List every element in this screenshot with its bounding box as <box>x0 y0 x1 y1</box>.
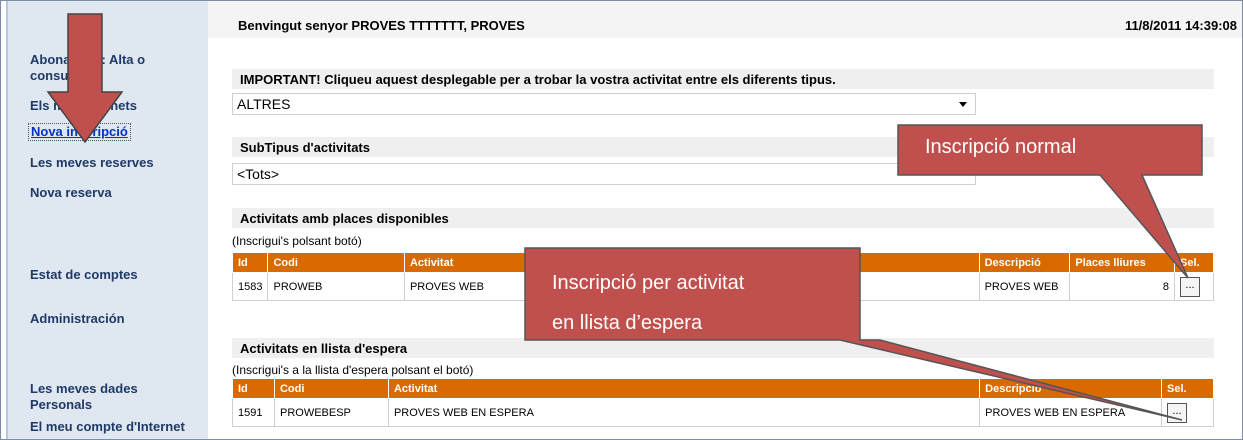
sidebar-item-nova-inscripcio[interactable]: Nova inscripció <box>28 123 131 141</box>
table-row: 1591 PROWEBESP PROVES WEB EN ESPERA PROV… <box>232 398 1214 427</box>
cell-sel: ... <box>1174 272 1214 301</box>
col-id: Id <box>232 378 275 399</box>
sidebar-item-compte-internet[interactable]: El meu compte d'Internet <box>30 419 200 435</box>
select-waiting-button[interactable]: ... <box>1167 402 1187 423</box>
col-sel: Sel. <box>1161 378 1214 399</box>
chevron-down-icon <box>959 102 967 107</box>
callout-normal-text: Inscripció normal <box>925 136 1077 158</box>
cell-places: 8 <box>1069 272 1176 301</box>
sidebar-item-estat-comptes[interactable]: Estat de comptes <box>30 267 200 283</box>
col-codi: Codi <box>273 378 389 399</box>
cell-activitat: PROVES WEB EN ESPERA <box>387 398 981 427</box>
col-descripcio: Descripció <box>979 378 1162 399</box>
important-heading: IMPORTANT! Cliqueu aquest desplegable pe… <box>232 69 1214 89</box>
callout-waiting-text-2: en llista d’espera <box>552 312 703 334</box>
select-activity-button[interactable]: ... <box>1180 276 1201 297</box>
sidebar-item-nova-reserva[interactable]: Nova reserva <box>30 185 200 201</box>
sidebar-item-reserves[interactable]: Les meves reserves <box>30 155 200 171</box>
datetime-text: 11/8/2011 14:39:08 <box>1124 18 1237 33</box>
subtipus-value: <Tots> <box>237 166 280 182</box>
col-places: Places lliures <box>1069 252 1176 273</box>
col-activitat: Activitat <box>387 378 981 399</box>
cell-id: 1583 <box>231 272 269 301</box>
col-sel: Sel. <box>1174 252 1214 273</box>
table-header-row: Id Codi Activitat Descripció Places lliu… <box>231 252 1214 273</box>
cell-codi: PROWEBESP <box>273 398 389 427</box>
col-activitat: Activitat <box>403 252 980 273</box>
sidebar-item-carnets[interactable]: Els meus carnets <box>30 98 200 114</box>
welcome-text: Benvingut senyor PROVES TTTTTTT, PROVES <box>238 18 525 33</box>
cell-sel: ... <box>1161 398 1214 427</box>
activity-type-value: ALTRES <box>237 96 291 112</box>
waiting-hint: (Inscrigui's a la llista d'espera polsan… <box>232 363 474 377</box>
col-codi: Codi <box>267 252 405 273</box>
cell-codi: PROWEB <box>267 272 405 301</box>
available-hint: (Inscrigui's polsant botó) <box>232 234 362 248</box>
callout-waiting-text-1: Inscripció per activitat <box>552 272 745 294</box>
waiting-table: Id Codi Activitat Descripció Sel. 1591 P… <box>232 378 1214 427</box>
sidebar-item-abonament[interactable]: Abonament: Alta o consulta <box>30 52 200 84</box>
sidebar-item-dades-personals[interactable]: Les meves dades Personals <box>30 381 200 413</box>
table-header-row: Id Codi Activitat Descripció Sel. <box>232 378 1214 399</box>
activity-type-select[interactable]: ALTRES <box>232 93 976 115</box>
cell-descripcio: PROVES WEB <box>978 272 1071 301</box>
sidebar: Abonament: Alta o consulta Els meus carn… <box>8 0 208 440</box>
col-descripcio: Descripció <box>978 252 1071 273</box>
sidebar-item-administracion[interactable]: Administración <box>30 311 200 327</box>
cell-id: 1591 <box>232 398 275 427</box>
col-id: Id <box>231 252 269 273</box>
available-heading: Activitats amb places disponibles <box>232 208 1214 228</box>
header-bar: Benvingut senyor PROVES TTTTTTT, PROVES … <box>208 0 1243 38</box>
waiting-heading: Activitats en llista d'espera <box>232 338 1214 358</box>
subtipus-select[interactable]: <Tots> <box>232 163 976 185</box>
cell-descripcio: PROVES WEB EN ESPERA <box>979 398 1162 427</box>
